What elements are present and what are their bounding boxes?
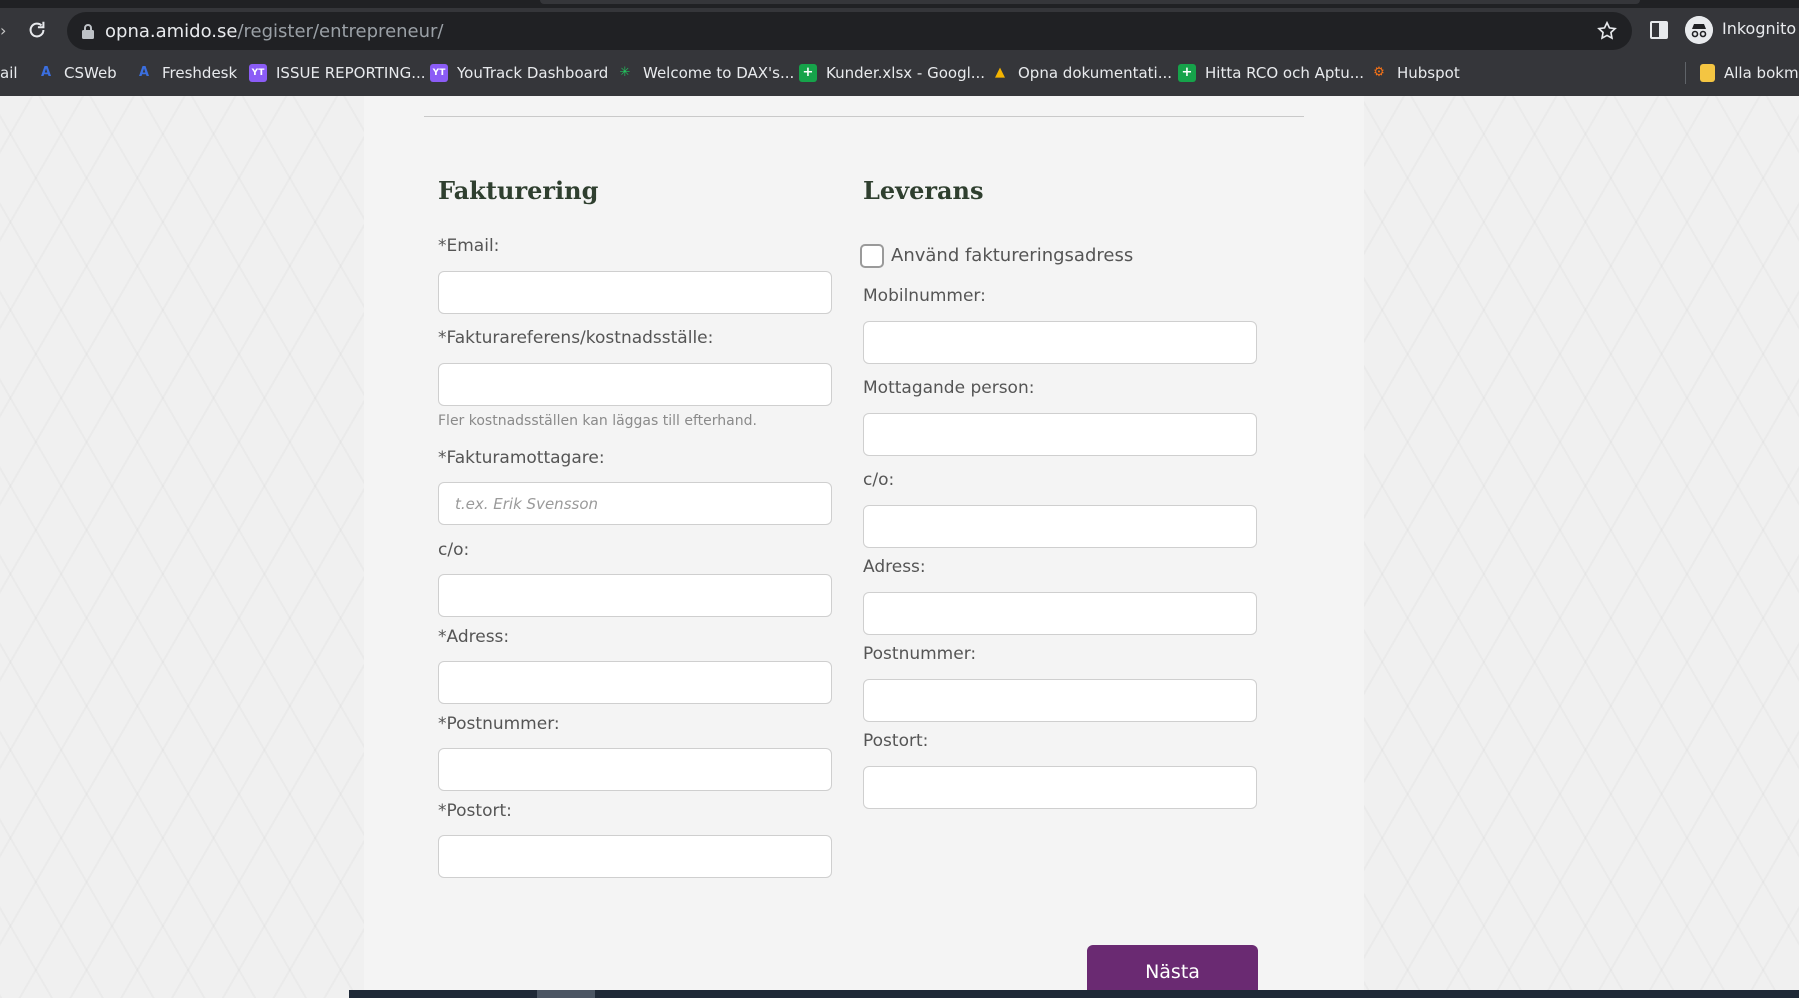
bookmark-favicon-icon: YT bbox=[430, 64, 448, 82]
delivery-address-field[interactable] bbox=[863, 592, 1257, 635]
bookmark-item[interactable]: + Hitta RCO och Aptu... bbox=[1178, 64, 1364, 82]
delivery-co-label: c/o: bbox=[863, 470, 895, 490]
receiver-field[interactable] bbox=[863, 413, 1257, 456]
billing-city-label: *Postort: bbox=[438, 801, 512, 821]
horizontal-scrollbar[interactable] bbox=[349, 990, 1799, 998]
url-path: /register/entrepreneur/ bbox=[237, 21, 444, 42]
bookmark-label: YouTrack Dashboard bbox=[457, 64, 609, 82]
use-billing-address-checkbox[interactable] bbox=[860, 244, 884, 268]
bookmark-item[interactable]: ⚙ Hubspot bbox=[1370, 64, 1460, 82]
bookmark-favicon-icon: ▲ bbox=[995, 65, 1005, 80]
scrollbar-thumb[interactable] bbox=[537, 990, 595, 998]
bookmark-label: Hubspot bbox=[1397, 64, 1460, 82]
billing-co-field[interactable] bbox=[438, 574, 832, 617]
invoice-reference-field[interactable] bbox=[438, 363, 832, 406]
billing-city-field[interactable] bbox=[438, 835, 832, 878]
delivery-title: Leverans bbox=[863, 176, 984, 205]
side-panel-icon[interactable] bbox=[1650, 21, 1668, 39]
delivery-address-label: Adress: bbox=[863, 557, 926, 577]
bookmark-favicon-icon: + bbox=[1178, 64, 1196, 82]
reload-icon[interactable] bbox=[26, 19, 48, 41]
bookmark-favicon-icon: + bbox=[799, 64, 817, 82]
browser-chrome: › opna.amido.se/register/entrepreneur/ I… bbox=[0, 0, 1799, 96]
billing-postcode-label: *Postnummer: bbox=[438, 714, 560, 734]
bookmark-item[interactable]: ▲ Opna dokumentati... bbox=[991, 64, 1172, 82]
email-field[interactable] bbox=[438, 271, 832, 314]
delivery-postcode-label: Postnummer: bbox=[863, 644, 977, 664]
bookmark-item[interactable]: A Freshdesk bbox=[135, 64, 237, 82]
bookmark-label: Hitta RCO och Aptu... bbox=[1205, 64, 1365, 82]
tab-strip bbox=[0, 0, 1799, 8]
invoice-recipient-field[interactable] bbox=[438, 482, 832, 525]
bookmark-favicon-icon: A bbox=[138, 65, 150, 80]
bookmark-favicon-icon: ⚙ bbox=[1373, 65, 1385, 80]
email-label: *Email: bbox=[438, 236, 500, 256]
bookmark-label: Kunder.xlsx - Googl... bbox=[826, 64, 986, 82]
delivery-city-label: Postort: bbox=[863, 731, 929, 751]
bookmark-favicon-icon: YT bbox=[249, 64, 267, 82]
address-bar[interactable]: opna.amido.se/register/entrepreneur/ bbox=[67, 12, 1632, 50]
bookmark-label: Alla bokmä bbox=[1724, 64, 1799, 82]
billing-title: Fakturering bbox=[438, 176, 599, 205]
bookmark-item[interactable]: YT ISSUE REPORTING... bbox=[249, 64, 426, 82]
billing-address-field[interactable] bbox=[438, 661, 832, 704]
url-host: opna.amido.se bbox=[105, 21, 238, 42]
incognito-icon[interactable] bbox=[1685, 16, 1713, 44]
delivery-city-field[interactable] bbox=[863, 766, 1257, 809]
bookmark-label: ail bbox=[0, 64, 18, 82]
billing-postcode-field[interactable] bbox=[438, 748, 832, 791]
delivery-postcode-field[interactable] bbox=[863, 679, 1257, 722]
bookmark-label: Opna dokumentati... bbox=[1018, 64, 1172, 82]
receiver-label: Mottagande person: bbox=[863, 378, 1035, 398]
bookmark-item[interactable]: A CSWeb bbox=[37, 64, 117, 82]
folder-icon bbox=[1700, 64, 1715, 82]
bookmark-favicon-icon: A bbox=[40, 65, 52, 80]
active-tab-edge[interactable] bbox=[540, 0, 1640, 4]
bookmark-favicon-icon: ✳ bbox=[619, 65, 631, 80]
use-billing-address-label[interactable]: Använd faktureringsadress bbox=[891, 245, 1133, 266]
bookmark-item[interactable]: Alla bokmä bbox=[1700, 64, 1799, 82]
forward-arrow-icon[interactable]: › bbox=[0, 21, 6, 40]
billing-address-label: *Adress: bbox=[438, 627, 510, 647]
profile-label[interactable]: Inkognito bbox=[1722, 19, 1796, 38]
registration-card: Fakturering *Email: *Fakturareferens/kos… bbox=[364, 96, 1364, 998]
bookmark-item[interactable]: + Kunder.xlsx - Googl... bbox=[799, 64, 985, 82]
bookmarks-bar: ail A CSWeb A Freshdesk YT ISSUE REPORTING.… bbox=[0, 58, 1799, 88]
invoice-reference-help: Fler kostnadsställen kan läggas till eft… bbox=[438, 413, 757, 429]
bookmark-label: CSWeb bbox=[64, 64, 117, 82]
bookmark-label: Welcome to DAX's... bbox=[643, 64, 795, 82]
url-text[interactable]: opna.amido.se/register/entrepreneur/ bbox=[105, 21, 444, 42]
lock-icon[interactable] bbox=[81, 23, 95, 39]
page-background: Fakturering *Email: *Fakturareferens/kos… bbox=[0, 96, 1799, 998]
bookmark-item[interactable]: ✳ Welcome to DAX's... bbox=[616, 64, 795, 82]
mobile-field[interactable] bbox=[863, 321, 1257, 364]
billing-co-label: c/o: bbox=[438, 540, 470, 560]
bookmark-item[interactable]: YT YouTrack Dashboard bbox=[430, 64, 608, 82]
divider bbox=[424, 116, 1304, 117]
mobile-label: Mobilnummer: bbox=[863, 286, 986, 306]
bookmark-label: Freshdesk bbox=[162, 64, 238, 82]
bookmark-label: ISSUE REPORTING... bbox=[276, 64, 426, 82]
invoice-recipient-label: *Fakturamottagare: bbox=[438, 448, 605, 468]
bookmark-item[interactable]: ail bbox=[0, 64, 18, 82]
invoice-reference-label: *Fakturareferens/kostnadsställe: bbox=[438, 328, 714, 348]
bookmarks-divider bbox=[1685, 62, 1686, 84]
delivery-co-field[interactable] bbox=[863, 505, 1257, 548]
bookmark-star-icon[interactable] bbox=[1596, 20, 1618, 42]
